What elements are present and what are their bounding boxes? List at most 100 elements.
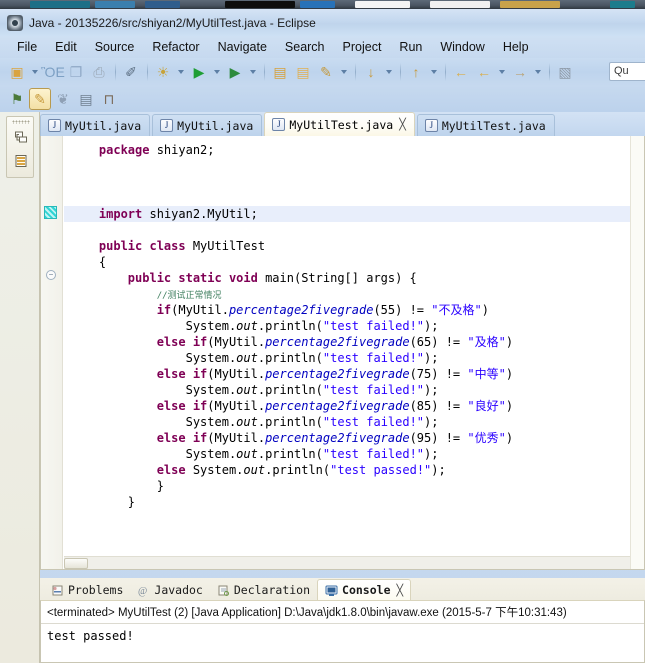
toolbar-separator (147, 63, 148, 81)
console-panel: Problems @ Javadoc Declaration Console ╳ <ter… (40, 578, 645, 663)
editor-tab-1[interactable]: J MyUtil.java (152, 114, 263, 136)
package-explorer-icon[interactable] (13, 129, 29, 145)
code-line[interactable]: else if(MyUtil.percentage2fivegrade(65) … (64, 334, 630, 350)
code-line[interactable]: public class MyUtilTest (64, 238, 630, 254)
menu-item-refactor[interactable]: Refactor (143, 38, 208, 56)
chevron-down-icon[interactable] (338, 61, 349, 83)
chevron-down-icon[interactable] (247, 61, 258, 83)
chevron-down-icon[interactable] (532, 61, 543, 83)
editor-tab-3[interactable]: J MyUtilTest.java (416, 114, 555, 136)
close-icon[interactable]: ╳ (399, 118, 406, 131)
previous-annotation-icon: ↑ (412, 64, 420, 80)
code-line[interactable]: } (64, 494, 630, 510)
debug-perspective-icon: ⊓ (103, 91, 115, 107)
code-line[interactable]: System.out.println("test failed!"); (64, 318, 630, 334)
editor-tab-label: MyUtilTest.java (441, 118, 546, 133)
console-tab-javadoc[interactable]: @ Javadoc (130, 580, 209, 600)
console-tab-declaration[interactable]: Declaration (210, 580, 317, 600)
chevron-down-icon[interactable] (383, 61, 394, 83)
code-line[interactable]: { (64, 254, 630, 270)
fast-view-grip[interactable] (12, 120, 30, 124)
open-perspective-icon[interactable]: ▧ (554, 61, 576, 83)
source-editor[interactable]: − package shiyan2; import shiyan2.MyUtil… (40, 136, 645, 570)
save-icon[interactable]: ὋE (41, 61, 65, 83)
debug-perspective-icon[interactable]: ⊓ (98, 88, 120, 110)
menu-item-edit[interactable]: Edit (46, 38, 86, 56)
new-wizard-icon[interactable]: ▣ (6, 61, 28, 83)
menu-item-search[interactable]: Search (276, 38, 334, 56)
chevron-down-icon[interactable] (428, 61, 439, 83)
code-line[interactable] (64, 174, 630, 190)
back-icon[interactable]: ← (450, 61, 472, 83)
code-text[interactable]: package shiyan2; import shiyan2.MyUtil; … (64, 136, 630, 555)
code-line[interactable]: import shiyan2.MyUtil; (64, 206, 630, 222)
java-browsing-perspective-icon[interactable]: ⚑ (6, 88, 28, 110)
last-edit-location-icon[interactable]: → (509, 61, 531, 83)
toggle-mark-occurrences-icon[interactable]: ✐ (120, 61, 142, 83)
run-coverage-icon[interactable]: ▶ (224, 61, 246, 83)
code-line[interactable]: } (64, 478, 630, 494)
code-line[interactable]: if(MyUtil.percentage2fivegrade(55) != "不… (64, 302, 630, 318)
console-tab-problems[interactable]: Problems (44, 580, 130, 600)
chevron-down-icon[interactable] (175, 61, 186, 83)
code-line[interactable]: else if(MyUtil.percentage2fivegrade(75) … (64, 366, 630, 382)
toggle-mark-occurrences-icon: ✐ (125, 64, 137, 80)
overview-ruler[interactable] (630, 136, 644, 569)
console-tab-console[interactable]: Console ╳ (317, 579, 412, 600)
menu-item-window[interactable]: Window (431, 38, 493, 56)
close-icon[interactable]: ╳ (397, 584, 404, 597)
editor-tab-label: MyUtil.java (65, 118, 142, 133)
code-line[interactable]: public static void main(String[] args) { (64, 270, 630, 286)
new-java-package-icon: ▤ (273, 64, 287, 80)
code-line[interactable]: else if(MyUtil.percentage2fivegrade(95) … (64, 430, 630, 446)
fold-collapse-icon[interactable]: − (46, 270, 56, 280)
open-type-icon[interactable]: ▤ (292, 61, 314, 83)
print-icon[interactable]: ⎙ (88, 61, 110, 83)
forward-icon[interactable]: ← (473, 61, 495, 83)
chevron-down-icon[interactable] (211, 61, 222, 83)
menu-item-navigate[interactable]: Navigate (209, 38, 276, 56)
toolbar-separator (400, 63, 401, 81)
java-ee-perspective-icon[interactable]: ▤ (75, 88, 97, 110)
menu-item-source[interactable]: Source (86, 38, 144, 56)
menu-item-run[interactable]: Run (390, 38, 431, 56)
title-bar: Java - 20135226/src/shiyan2/MyUtilTest.j… (0, 9, 645, 36)
editor-horizontal-scrollbar[interactable] (64, 556, 630, 569)
run-icon[interactable]: ▶ (188, 61, 210, 83)
previous-annotation-icon[interactable]: ↑ (405, 61, 427, 83)
menu-item-file[interactable]: File (8, 38, 46, 56)
java-type-hierarchy-icon[interactable]: ❦ (52, 88, 74, 110)
code-line[interactable] (64, 222, 630, 238)
console-body[interactable]: <terminated> MyUtilTest (2) [Java Applic… (40, 600, 645, 663)
chevron-down-icon[interactable] (496, 61, 507, 83)
code-line[interactable] (64, 158, 630, 174)
eclipse-icon (7, 14, 23, 31)
quick-access-input[interactable]: Qu (609, 62, 645, 81)
code-line[interactable] (64, 190, 630, 206)
editor-gutter[interactable]: − (41, 136, 63, 569)
java-file-icon: J (160, 119, 174, 132)
menu-item-help[interactable]: Help (494, 38, 538, 56)
debug-icon[interactable]: ☀ (152, 61, 174, 83)
fast-view-bar (0, 112, 40, 663)
code-line[interactable]: //测试正常情况 (64, 286, 630, 302)
menu-item-project[interactable]: Project (334, 38, 391, 56)
editor-tab-0[interactable]: J MyUtil.java (40, 114, 151, 136)
code-line[interactable]: System.out.println("test failed!"); (64, 414, 630, 430)
hierarchy-view-icon[interactable] (13, 153, 29, 169)
code-line[interactable]: System.out.println("test failed!"); (64, 446, 630, 462)
code-line[interactable]: package shiyan2; (64, 142, 630, 158)
new-java-class-icon[interactable]: ✎ (315, 61, 337, 83)
code-line[interactable]: else if(MyUtil.percentage2fivegrade(85) … (64, 398, 630, 414)
java-perspective-icon[interactable]: ✎ (29, 88, 51, 110)
next-annotation-icon[interactable]: ↓ (360, 61, 382, 83)
chevron-down-icon[interactable] (29, 61, 40, 83)
editor-tab-2[interactable]: J MyUtilTest.java ╳ (264, 112, 415, 136)
menu-bar: File Edit Source Refactor Navigate Search Proj… (0, 36, 645, 58)
save-all-icon[interactable]: ❐ (65, 61, 87, 83)
editor-hscroll-thumb[interactable] (64, 558, 88, 569)
code-line[interactable]: System.out.println("test failed!"); (64, 350, 630, 366)
code-line[interactable]: else System.out.println("test passed!"); (64, 462, 630, 478)
new-java-package-icon[interactable]: ▤ (269, 61, 291, 83)
code-line[interactable]: System.out.println("test failed!"); (64, 382, 630, 398)
